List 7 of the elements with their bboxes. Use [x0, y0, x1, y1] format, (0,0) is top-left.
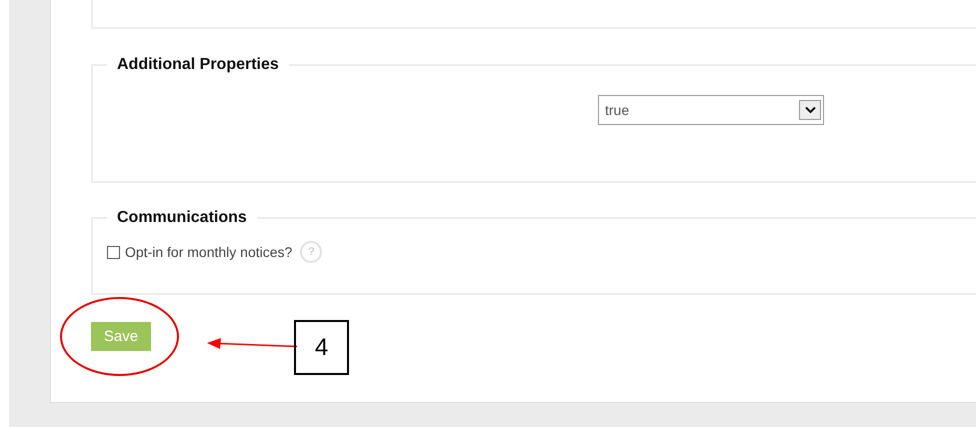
callout-number: 4: [294, 320, 349, 375]
dropdown-field[interactable]: true: [598, 95, 824, 125]
section-title: Additional Properties: [116, 56, 280, 74]
checkbox-label[interactable]: Opt-in for monthly notices?: [125, 244, 292, 260]
checkbox[interactable]: [107, 246, 120, 258]
chevron-down-icon: [804, 106, 816, 114]
section-title: Communications: [116, 209, 248, 227]
